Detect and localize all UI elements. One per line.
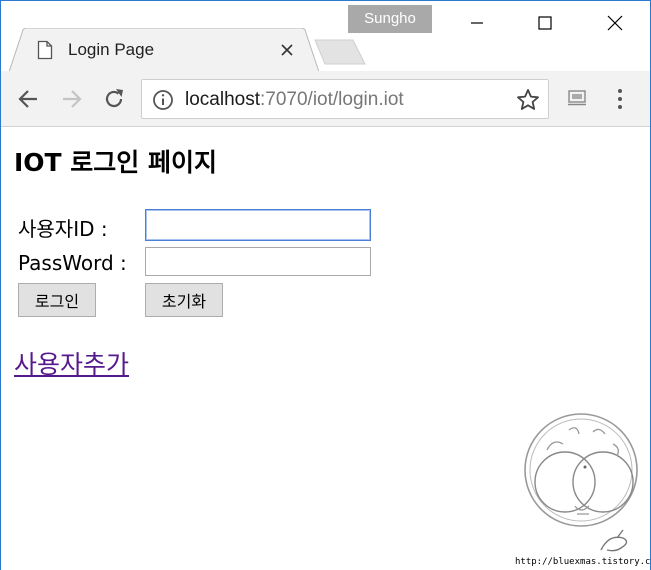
reload-icon [105, 89, 123, 108]
page-title: IOT 로그인 페이지 [14, 148, 218, 177]
close-window-button[interactable] [580, 1, 650, 45]
maximize-button[interactable] [510, 1, 580, 45]
reset-button[interactable]: 초기화 [145, 283, 223, 317]
watermark-url: http://bluexmas.tistory.com/ [515, 557, 651, 567]
page-icon [37, 40, 53, 60]
user-id-label: 사용자ID : [18, 217, 108, 241]
minimize-icon [471, 22, 483, 24]
forward-button[interactable] [57, 84, 87, 114]
watermark-logo [524, 413, 638, 552]
user-id-input[interactable] [145, 209, 371, 241]
bookmark-star-icon[interactable] [516, 88, 540, 112]
browser-window: Sungho Login Page localhost:7070/iot/log… [0, 0, 651, 570]
login-button[interactable]: 로그인 [18, 283, 96, 317]
reload-button[interactable] [99, 84, 129, 114]
tab-login-page[interactable]: Login Page [9, 28, 321, 73]
new-tab-button[interactable] [313, 38, 369, 66]
forward-arrow-icon [63, 90, 82, 108]
minimize-button[interactable] [442, 1, 512, 45]
password-input[interactable] [145, 247, 371, 276]
add-user-link[interactable]: 사용자추가 [14, 345, 129, 381]
page-content: IOT 로그인 페이지 사용자ID : PassWord : 로그인 초기화 사… [1, 127, 651, 570]
info-icon[interactable] [152, 89, 174, 111]
url-host: localhost [185, 89, 260, 110]
url-text: localhost:7070/iot/login.iot [185, 89, 404, 111]
title-bar: Sungho Login Page [1, 1, 650, 73]
address-bar[interactable]: localhost:7070/iot/login.iot [141, 79, 549, 119]
tab-shape [9, 28, 320, 73]
back-button[interactable] [13, 84, 43, 114]
close-icon [607, 15, 623, 31]
menu-dots-icon[interactable] [615, 87, 625, 111]
tab-title: Login Page [68, 40, 155, 59]
maximize-icon [538, 16, 552, 30]
browser-toolbar: localhost:7070/iot/login.iot [1, 71, 650, 127]
extension-icon[interactable] [567, 88, 589, 108]
back-arrow-icon [18, 90, 37, 108]
profile-badge[interactable]: Sungho [348, 5, 432, 33]
tab-close-button[interactable] [277, 40, 297, 60]
close-icon [281, 44, 293, 56]
password-label: PassWord : [18, 251, 127, 275]
url-path: :7070/iot/login.iot [260, 89, 404, 110]
